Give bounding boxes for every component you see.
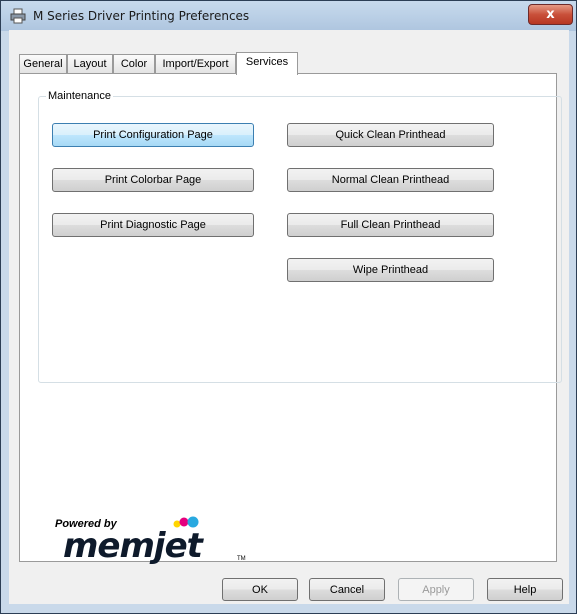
memjet-dots-icon: [173, 516, 199, 528]
print-configuration-page-button[interactable]: Print Configuration Page: [52, 123, 254, 147]
cancel-button[interactable]: Cancel: [309, 578, 385, 601]
tab-color[interactable]: Color: [113, 54, 155, 73]
normal-clean-printhead-button[interactable]: Normal Clean Printhead: [287, 168, 494, 192]
trademark-text: TM: [237, 556, 246, 562]
ok-button[interactable]: OK: [222, 578, 298, 601]
help-button[interactable]: Help: [487, 578, 563, 601]
close-button[interactable]: x: [528, 4, 573, 25]
tab-import-export[interactable]: Import/Export: [155, 54, 236, 73]
tab-services[interactable]: Services: [236, 52, 298, 75]
tab-label: Layout: [73, 58, 107, 70]
tab-label: Services: [245, 56, 289, 68]
window-title: M Series Driver Printing Preferences: [33, 9, 250, 23]
tab-label: General: [23, 58, 63, 70]
title-bar[interactable]: M Series Driver Printing Preferences x: [1, 1, 576, 31]
maintenance-label: Maintenance: [46, 90, 113, 102]
print-colorbar-page-button[interactable]: Print Colorbar Page: [52, 168, 254, 192]
tab-layout[interactable]: Layout: [67, 54, 113, 73]
tab-label: Import/Export: [162, 58, 229, 70]
tab-general[interactable]: General: [19, 54, 67, 73]
print-diagnostic-page-button[interactable]: Print Diagnostic Page: [52, 213, 254, 237]
close-icon: x: [546, 7, 555, 22]
full-clean-printhead-button[interactable]: Full Clean Printhead: [287, 213, 494, 237]
memjet-logo: memjet: [63, 526, 203, 566]
wipe-printhead-button[interactable]: Wipe Printhead: [287, 258, 494, 282]
tab-label: Color: [120, 58, 148, 70]
printer-icon: [10, 8, 26, 24]
quick-clean-printhead-button[interactable]: Quick Clean Printhead: [287, 123, 494, 147]
apply-button[interactable]: Apply: [398, 578, 474, 601]
